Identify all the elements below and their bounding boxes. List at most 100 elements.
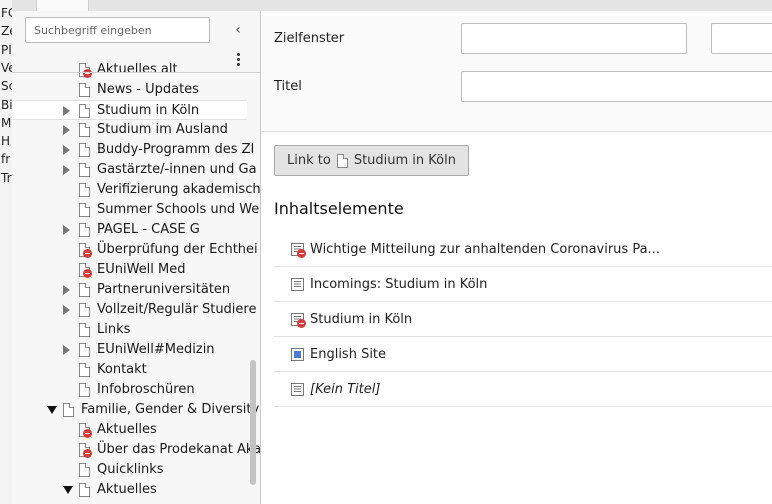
strip-letter: M (1, 115, 12, 130)
page-icon[interactable] (79, 383, 90, 397)
tree-header-divider (12, 72, 260, 73)
page-icon[interactable] (63, 403, 74, 417)
text-hidden-icon (291, 312, 306, 328)
page-icon[interactable] (79, 104, 90, 118)
active-tab[interactable] (36, 0, 89, 11)
strip-letter: Ve (1, 60, 12, 75)
tree-item-label: Infobroschüren (97, 382, 195, 397)
tree-collapsed-icon[interactable] (63, 106, 70, 116)
content-elements-heading: Inhaltselemente (274, 199, 404, 218)
tree-item-label: EUniWell Med (97, 262, 186, 277)
tree-collapsed-icon[interactable] (63, 345, 70, 355)
content-element-label: English Site (310, 346, 387, 362)
tree-item[interactable]: Summer Schools und We (12, 200, 259, 220)
tree-item[interactable]: Vollzeit/Regulär Studiere (12, 300, 256, 320)
strip-letter: Sc (1, 79, 12, 94)
hidden-indicator-icon (83, 249, 92, 258)
tree-item[interactable]: Aktuelles alt (12, 60, 247, 80)
tree-collapsed-icon[interactable] (63, 225, 70, 235)
tree-item-label: Überprüfung der Echthei (97, 242, 258, 257)
tree-item[interactable]: Familie, Gender & Diversity (12, 400, 259, 420)
tree-item[interactable]: Infobroschüren (12, 380, 247, 400)
target-label: Zielfenster (274, 31, 345, 46)
tree-item-label: Studium im Ausland (97, 122, 228, 137)
title-input-box[interactable] (461, 71, 772, 102)
hidden-indicator-icon (83, 269, 92, 278)
hidden-indicator-icon (83, 69, 92, 78)
tree-search-box[interactable] (25, 17, 210, 43)
content-element-row[interactable]: [Kein Titel] (274, 372, 772, 407)
link-prefix: Link to (287, 153, 331, 168)
page-tree-panel: ‹ Aktuelles alt News - Updates Studium in … (12, 11, 261, 504)
strip-letter: H (1, 134, 11, 149)
collapse-panel-icon[interactable]: ‹ (230, 21, 246, 39)
tree-collapsed-icon[interactable] (63, 125, 70, 135)
tree-collapsed-icon[interactable] (63, 285, 70, 295)
page-icon[interactable] (79, 223, 90, 237)
tree-item[interactable]: Überprüfung der Echthei (12, 240, 258, 260)
tree-search-input[interactable] (26, 18, 209, 42)
page-icon[interactable] (79, 123, 90, 137)
link-page-name: Studium in Köln (353, 153, 456, 168)
tree-item-label: Gastärzte/-innen und Ga (97, 162, 257, 177)
tree-item-label: Aktuelles (97, 482, 157, 497)
page-icon[interactable] (79, 283, 90, 297)
strip-letter: PI (1, 42, 12, 57)
tree-item[interactable]: Verifizierung akademisch (12, 180, 260, 200)
tree-collapsed-icon[interactable] (63, 165, 70, 175)
strip-letter: fr (1, 152, 11, 167)
tree-item[interactable]: Aktuelles (12, 480, 247, 500)
page-icon[interactable] (79, 323, 90, 337)
tree-collapsed-icon[interactable] (63, 305, 70, 315)
page-icon[interactable] (79, 203, 90, 217)
content-element-label: Studium in Köln (310, 311, 413, 327)
page-icon[interactable] (79, 483, 90, 497)
tree-item[interactable]: EUniWell#Medizin (12, 340, 247, 360)
target-select-box[interactable] (711, 23, 772, 54)
tree-item-label: Über das Prodekanat Aka (97, 442, 261, 457)
page-icon[interactable] (79, 143, 90, 157)
target-input[interactable] (462, 24, 686, 53)
text-hidden-icon (291, 242, 306, 258)
tree-scrollbar[interactable] (250, 360, 256, 485)
content-element-row[interactable]: English Site (274, 337, 772, 372)
tree-expanded-icon[interactable] (63, 486, 73, 494)
content-element-row[interactable]: Wichtige Mitteilung zur anhaltenden Coro… (274, 232, 772, 267)
page-icon[interactable] (79, 463, 90, 477)
tree-item[interactable]: Studium in Köln (12, 100, 247, 120)
tree-expanded-icon[interactable] (47, 406, 57, 414)
hidden-indicator-icon (83, 449, 92, 458)
link-to-page-button[interactable]: Link to Studium in Köln (274, 145, 469, 176)
link-browser-main: Zielfenster Titel Link to Studium in Köl… (262, 11, 772, 504)
tree-collapsed-icon[interactable] (63, 145, 70, 155)
page-icon[interactable] (79, 183, 90, 197)
tree-item[interactable]: Studium im Ausland (12, 120, 247, 140)
tree-item[interactable]: EUniWell Med (12, 260, 247, 280)
content-element-row[interactable]: Incomings: Studium in Köln (274, 267, 772, 302)
target-input-box[interactable] (461, 23, 687, 54)
tree-item-label: Familie, Gender & Diversity (81, 402, 260, 417)
tree-item[interactable]: Kontakt (12, 360, 247, 380)
target-select[interactable] (712, 24, 772, 53)
tree-item[interactable]: PAGEL - CASE G (12, 220, 247, 240)
page-icon[interactable] (79, 343, 90, 357)
page-icon[interactable] (79, 363, 90, 377)
tree-item-label: Partneruniversitäten (97, 282, 231, 297)
tree-item-label: Aktuelles alt (97, 62, 178, 77)
tree-item[interactable]: Über das Prodekanat Aka (12, 440, 260, 460)
page-icon[interactable] (79, 163, 90, 177)
tree-item[interactable]: Quicklinks (12, 460, 247, 480)
tree-item[interactable]: Links (12, 320, 247, 340)
tree-item[interactable]: Gastärzte/-innen und Ga (12, 160, 257, 180)
tree-item-label: Buddy-Programm des ZI (97, 142, 255, 157)
tree-item[interactable]: News - Updates (12, 80, 247, 100)
content-element-row[interactable]: Studium in Köln (274, 302, 772, 337)
tree-item[interactable]: Buddy-Programm des ZI (12, 140, 254, 160)
tree-item-label: PAGEL - CASE G (97, 222, 200, 237)
page-icon[interactable] (79, 83, 90, 97)
tree-item[interactable]: Partneruniversitäten (12, 280, 247, 300)
strip-letter: FC (1, 6, 12, 20)
page-icon[interactable] (79, 303, 90, 317)
title-input[interactable] (462, 72, 772, 101)
tree-item[interactable]: Aktuelles (12, 420, 247, 440)
